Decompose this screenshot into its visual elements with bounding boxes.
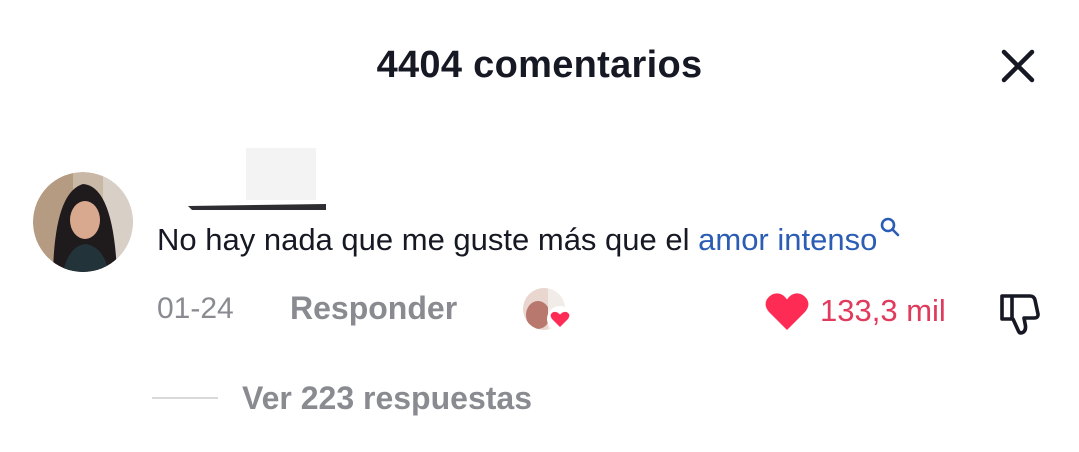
creator-liked-heart-icon [523,288,573,332]
heart-icon [765,293,809,330]
view-replies-label: Ver 223 respuestas [242,379,532,416]
replies-divider [152,397,218,399]
comments-panel: 4404 comentarios No hay nada que me gust… [0,0,1079,452]
comment-text: No hay nada que me guste más que el amor… [157,217,901,258]
avatar[interactable] [33,172,133,272]
reply-button[interactable]: Responder [290,290,457,327]
like-count: 133,3 mil [820,293,946,328]
comment-body: No hay nada que me guste más que el [157,222,699,257]
like-button[interactable]: 133,3 mil [764,288,946,334]
hashtag-link[interactable]: amor intenso [698,222,877,257]
thumbs-down-icon[interactable] [994,290,1042,338]
comments-title: 4404 comentarios [376,44,703,86]
comment-date: 01-24 [157,292,234,325]
search-icon [881,217,900,237]
view-replies-button[interactable]: Ver 223 respuestas [152,376,532,420]
close-icon[interactable] [998,46,1038,86]
username-redaction [188,148,326,210]
